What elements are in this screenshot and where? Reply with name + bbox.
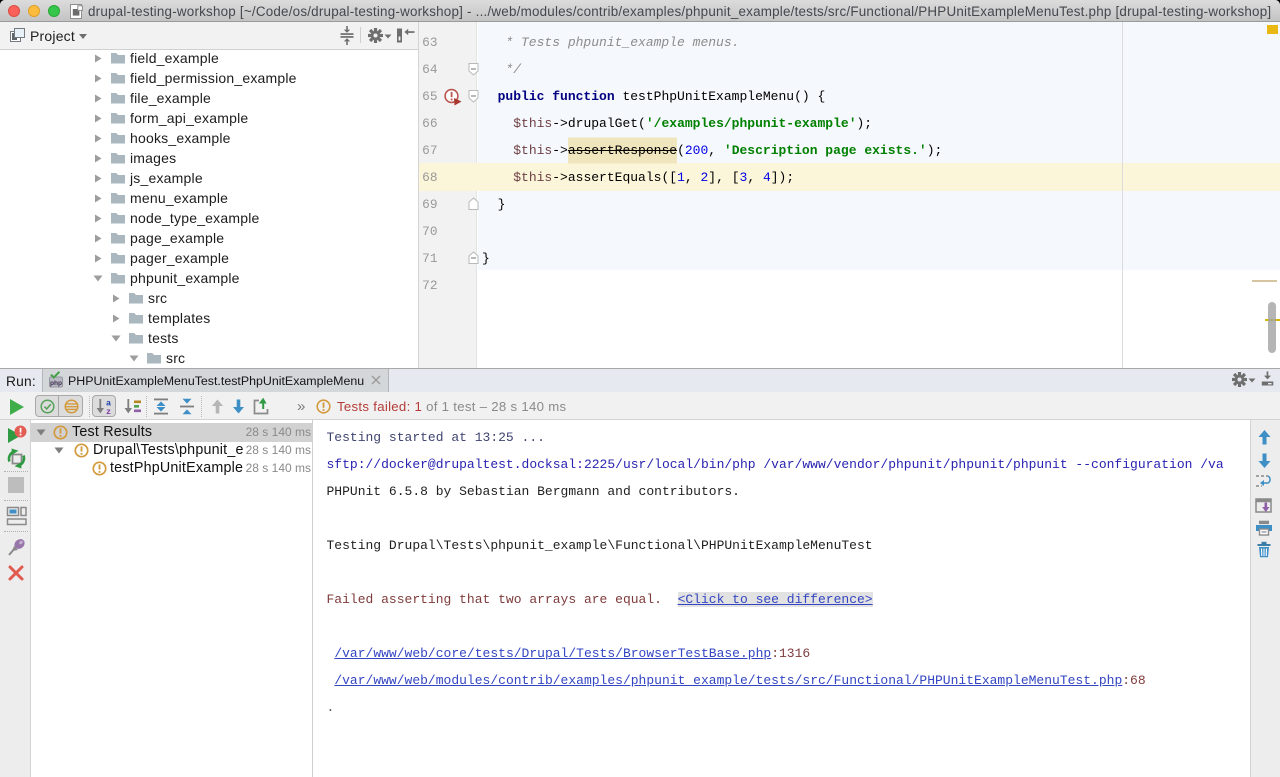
svg-text:php: php bbox=[50, 380, 62, 387]
svg-text:z: z bbox=[106, 407, 111, 415]
